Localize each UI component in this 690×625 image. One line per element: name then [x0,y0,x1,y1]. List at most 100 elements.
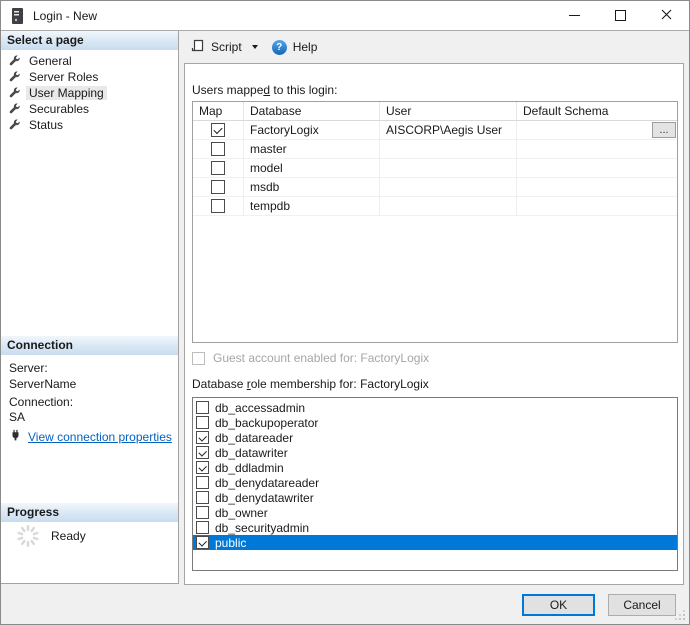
maximize-icon [615,10,626,21]
default-schema-cell[interactable] [517,197,677,216]
script-button-label: Script [211,40,242,54]
column-header: Default Schema [517,102,677,121]
map-cell [193,159,244,178]
ok-button[interactable]: OK [522,594,595,616]
view-connection-properties-link[interactable]: View connection properties [28,430,172,444]
sidebar: Select a page GeneralServer Roles User Ma… [1,31,179,584]
database-cell[interactable]: msdb [244,178,380,197]
default-schema-cell[interactable]: ... [517,121,677,140]
guest-account-row: Guest account enabled for: FactoryLogix [192,351,429,365]
role-checkbox[interactable] [196,506,209,519]
role-item-db_datareader[interactable]: db_datareader [193,430,677,445]
map-cell [193,140,244,159]
table-row: model [193,159,677,178]
default-schema-cell[interactable] [517,178,677,197]
titlebar: Login - New [1,1,689,31]
database-cell[interactable]: master [244,140,380,159]
sidebar-item-label: Server Roles [26,70,101,84]
main-area: Script Help Users mapped to this login: … [179,31,689,624]
users-mapped-table: MapDatabaseUserDefault Schema FactoryLog… [192,101,678,343]
default-schema-browse-button[interactable]: ... [652,122,676,138]
chevron-down-icon[interactable] [252,45,258,49]
user-cell[interactable] [380,140,517,159]
role-item-public[interactable]: public [193,535,677,550]
role-label: db_denydatareader [215,476,319,490]
column-header: Database [244,102,380,121]
user-cell[interactable] [380,197,517,216]
role-checkbox[interactable] [196,521,209,534]
cancel-button[interactable]: Cancel [608,594,676,616]
connection-header: Connection [1,336,178,355]
close-button[interactable] [643,1,689,30]
default-schema-cell[interactable] [517,159,677,178]
progress-status: Ready [51,529,86,543]
role-item-db_backupoperator[interactable]: db_backupoperator [193,415,677,430]
select-a-page-header: Select a page [1,31,178,50]
role-label: db_datawriter [215,446,288,460]
help-button[interactable]: Help [268,37,322,58]
database-cell[interactable]: model [244,159,380,178]
minimize-button[interactable] [551,1,597,30]
role-label: public [215,536,246,550]
resize-grip[interactable] [675,610,685,620]
role-item-db_accessadmin[interactable]: db_accessadmin [193,400,677,415]
connection-value: SA [9,410,25,424]
sidebar-item-status[interactable]: Status [1,117,178,133]
map-checkbox[interactable] [211,199,225,213]
user-cell[interactable] [380,178,517,197]
role-membership-list: db_accessadmindb_backupoperatordb_datare… [192,397,678,571]
help-button-label: Help [293,40,318,54]
role-item-db_owner[interactable]: db_owner [193,505,677,520]
default-schema-cell[interactable] [517,140,677,159]
script-icon [191,39,205,56]
map-checkbox[interactable] [211,142,225,156]
toolbar: Script Help [179,31,689,63]
dialog-body: Select a page GeneralServer Roles User Ma… [1,31,689,624]
wrench-icon [9,55,21,67]
map-checkbox[interactable] [211,123,225,137]
sidebar-item-user-mapping[interactable]: User Mapping [1,85,178,101]
table-row: tempdb [193,197,677,216]
map-cell [193,121,244,140]
database-cell[interactable]: tempdb [244,197,380,216]
sidebar-item-securables[interactable]: Securables [1,101,178,117]
dialog-buttons: OK Cancel [522,594,676,616]
role-checkbox[interactable] [196,401,209,414]
database-cell[interactable]: FactoryLogix [244,121,380,140]
spinner-icon [14,522,42,553]
role-label: db_securityadmin [215,521,309,535]
role-item-db_ddladmin[interactable]: db_ddladmin [193,460,677,475]
guest-account-label: Guest account enabled for: FactoryLogix [213,351,429,365]
wrench-icon [9,87,21,99]
sidebar-item-label: User Mapping [26,86,107,100]
map-checkbox[interactable] [211,161,225,175]
role-item-db_datawriter[interactable]: db_datawriter [193,445,677,460]
role-checkbox[interactable] [196,491,209,504]
role-item-db_denydatareader[interactable]: db_denydatareader [193,475,677,490]
column-header: Map [193,102,244,121]
role-checkbox[interactable] [196,536,209,549]
role-checkbox[interactable] [196,431,209,444]
user-cell[interactable] [380,159,517,178]
sidebar-item-label: Securables [26,102,92,116]
users-mapped-label: Users mapped to this login: [192,83,337,97]
sidebar-item-general[interactable]: General [1,53,178,69]
role-item-db_securityadmin[interactable]: db_securityadmin [193,520,677,535]
table-row: FactoryLogixAISCORP\Aegis User... [193,121,677,140]
role-item-db_denydatawriter[interactable]: db_denydatawriter [193,490,677,505]
sidebar-item-server-roles[interactable]: Server Roles [1,69,178,85]
role-checkbox[interactable] [196,461,209,474]
map-checkbox[interactable] [211,180,225,194]
wrench-icon [9,103,21,115]
role-checkbox[interactable] [196,446,209,459]
role-label: db_datareader [215,431,293,445]
role-checkbox[interactable] [196,476,209,489]
resize-grip-dots [683,618,685,620]
server-label: Server: [9,361,48,375]
wrench-icon [9,71,21,83]
maximize-button[interactable] [597,1,643,30]
user-cell[interactable]: AISCORP\Aegis User [380,121,517,140]
table-row: msdb [193,178,677,197]
role-checkbox[interactable] [196,416,209,429]
script-button[interactable]: Script [187,36,262,59]
